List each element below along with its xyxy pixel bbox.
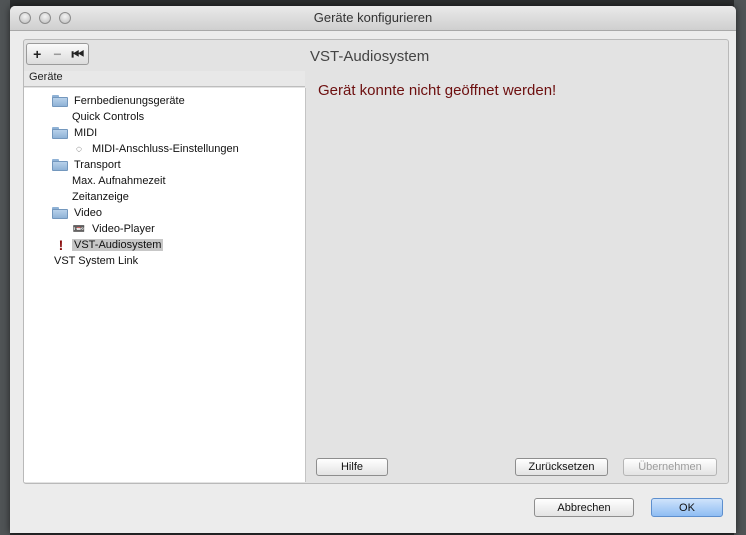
tree-item-label: Video (74, 207, 102, 219)
config-content-box: + − ⏮ Geräte Fernbedienungsgeräte Quick … (23, 39, 729, 484)
tree-item-fernbedienungsgeraete[interactable]: Fernbedienungsgeräte (52, 93, 187, 109)
tree-item-label: VST-Audiosystem (72, 239, 164, 251)
cancel-button[interactable]: Abbrechen (534, 498, 634, 517)
help-button[interactable]: Hilfe (316, 458, 388, 476)
tree-item-label: Transport (74, 159, 121, 171)
tree-item-vst-audiosystem[interactable]: ! VST-Audiosystem (56, 237, 164, 253)
tree-item-label: VST System Link (54, 255, 139, 267)
tree-item-vst-system-link[interactable]: VST System Link (52, 253, 140, 269)
tree-item-label: Quick Controls (72, 111, 145, 123)
tree-item-label: MIDI (74, 127, 98, 139)
tree-toolbar: + − ⏮ (26, 43, 89, 65)
window-titlebar[interactable]: Geräte konfigurieren (10, 6, 736, 31)
tree-item-label: Fernbedienungsgeräte (74, 95, 185, 107)
folder-icon (52, 207, 68, 219)
tree-item-label: MIDI-Anschluss-Einstellungen (92, 143, 239, 155)
background-app-left-edge (0, 0, 10, 535)
reset-device-button[interactable]: ⏮ (69, 46, 87, 63)
folder-icon (52, 159, 68, 171)
tree-item-midi[interactable]: MIDI (52, 125, 99, 141)
tree-item-quick-controls[interactable]: Quick Controls (70, 109, 146, 125)
tree-item-max-aufnahmezeit[interactable]: Max. Aufnahmezeit (70, 173, 168, 189)
device-tree[interactable]: Fernbedienungsgeräte Quick Controls MIDI… (24, 88, 306, 482)
tree-item-zeitanzeige[interactable]: Zeitanzeige (70, 189, 131, 205)
remove-device-button[interactable]: − (48, 46, 66, 62)
folder-icon (52, 127, 68, 139)
tree-item-label: Video-Player (92, 223, 155, 235)
device-config-window: Geräte konfigurieren + − ⏮ Geräte Fernbe… (10, 6, 736, 533)
tree-column-header[interactable]: Geräte (24, 71, 305, 87)
add-device-button[interactable]: + (28, 46, 46, 62)
panel-title: VST-Audiosystem (310, 48, 430, 65)
reset-button[interactable]: Zurücksetzen (515, 458, 608, 476)
tree-item-label: Max. Aufnahmezeit (72, 175, 166, 187)
video-player-icon: 📼 (72, 223, 86, 235)
apply-button[interactable]: Übernehmen (623, 458, 717, 476)
window-title: Geräte konfigurieren (313, 10, 433, 25)
error-message: Gerät konnte nicht geöffnet werden! (318, 82, 557, 99)
warning-icon: ! (58, 237, 64, 253)
folder-icon (52, 95, 68, 107)
tree-item-transport[interactable]: Transport (52, 157, 123, 173)
midi-port-icon: ◌ (76, 143, 82, 155)
tree-item-midi-anschluss[interactable]: ◌ MIDI-Anschluss-Einstellungen (72, 141, 241, 157)
tree-item-label: Zeitanzeige (72, 191, 129, 203)
tree-item-video[interactable]: Video (52, 205, 104, 221)
tree-item-video-player[interactable]: 📼 Video-Player (72, 221, 157, 237)
ok-button[interactable]: OK (651, 498, 723, 517)
